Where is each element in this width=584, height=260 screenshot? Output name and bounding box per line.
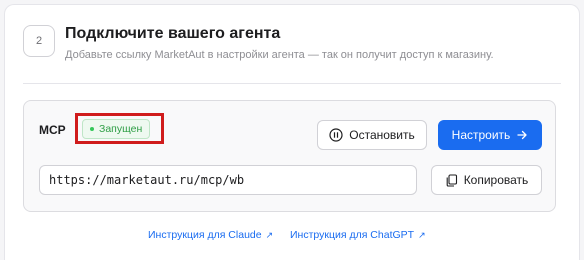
divider (23, 83, 561, 84)
step-number: 2 (23, 25, 55, 57)
page-subtitle: Добавьте ссылку MarketAut в настройки аг… (65, 49, 494, 61)
configure-button-label: Настроить (451, 128, 511, 142)
connect-agent-card: 2 Подключите вашего агента Добавьте ссыл… (4, 4, 580, 260)
mcp-panel: MCP Запущен Остановить Настроить https:/… (23, 100, 556, 212)
external-link-icon: ↗ (265, 229, 274, 240)
status-text: Запущен (99, 123, 143, 135)
copy-icon (445, 173, 458, 187)
chatgpt-link-label: Инструкция для ChatGPT (290, 229, 415, 241)
stop-button[interactable]: Остановить (317, 120, 427, 150)
pause-icon (329, 128, 343, 142)
external-link-icon: ↗ (418, 229, 426, 240)
stop-button-label: Остановить (349, 128, 415, 142)
status-dot-icon (90, 127, 94, 131)
chatgpt-instructions-link[interactable]: Инструкция для ChatGPT ↗ (290, 229, 426, 241)
status-badge: Запущен (82, 119, 151, 139)
mcp-url-field[interactable]: https://marketaut.ru/mcp/wb (39, 165, 417, 195)
page-title: Подключите вашего агента (65, 25, 281, 42)
arrow-right-icon (516, 129, 528, 141)
copy-button-label: Копировать (463, 173, 529, 187)
claude-link-label: Инструкция для Claude (148, 229, 262, 241)
configure-button[interactable]: Настроить (438, 120, 542, 150)
copy-button[interactable]: Копировать (431, 165, 542, 195)
claude-instructions-link[interactable]: Инструкция для Claude ↗ (148, 229, 273, 241)
mcp-label: MCP (39, 123, 66, 137)
